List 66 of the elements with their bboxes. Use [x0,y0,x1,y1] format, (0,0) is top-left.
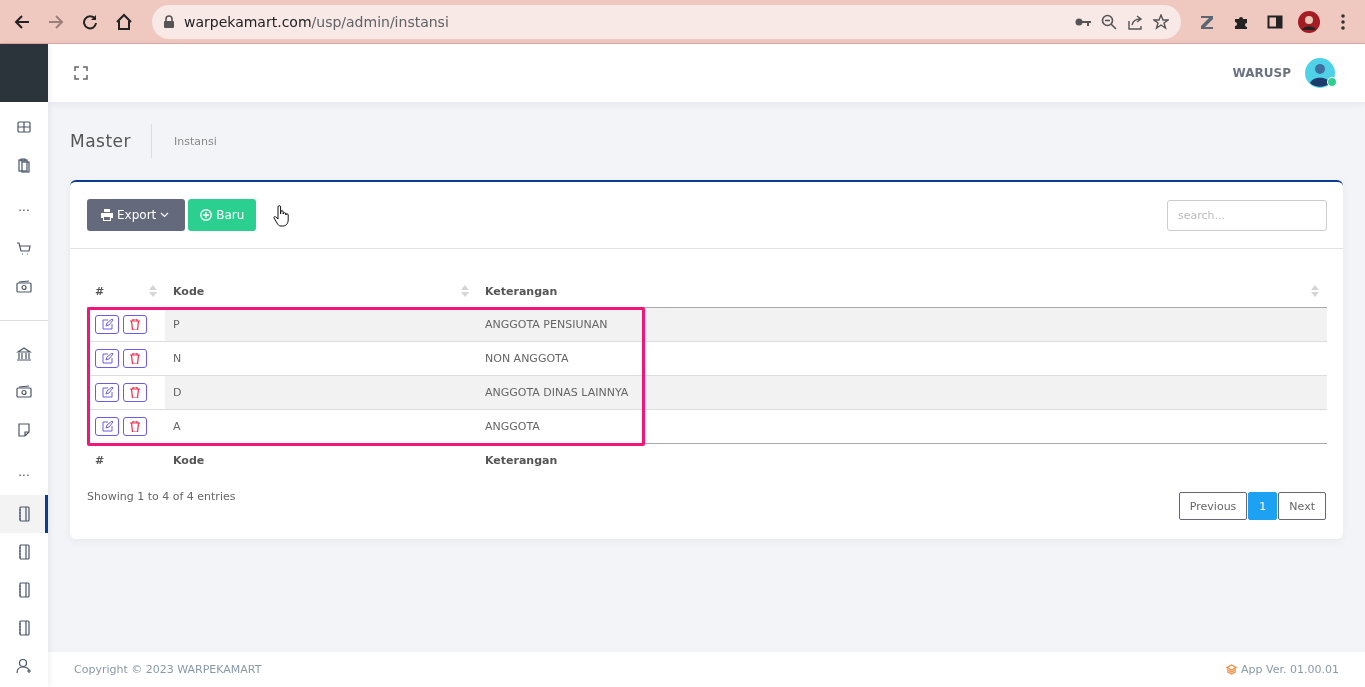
edit-button[interactable] [95,349,119,368]
table-cell: D [165,375,477,410]
plus-circle-icon [200,209,213,221]
notebook-icon [16,506,32,522]
printer-icon [101,209,113,221]
key-icon[interactable] [1075,16,1091,27]
user-name[interactable]: WARUSP [1232,66,1291,80]
share-icon[interactable] [1127,13,1143,30]
sidebar-logo-area [0,44,48,102]
hand-cursor-icon [273,203,290,227]
notebook-icon [16,544,32,560]
delete-button[interactable] [123,383,147,402]
fullscreen-icon[interactable] [74,66,88,80]
trash-icon [130,319,140,330]
table-cell: ANGGOTA DINAS LAINNYA [477,375,1327,410]
bank-icon [16,346,32,362]
address-bar[interactable]: warpekamart.com/usp/admin/instansi [152,4,1181,39]
menu-section-dots: ... [18,200,30,214]
edit-button[interactable] [95,417,119,436]
column-header[interactable]: Keterangan [485,284,558,298]
search-field[interactable]: search... [1167,199,1327,231]
chevron-down-icon [160,212,170,218]
column-header[interactable]: Kode [173,284,205,298]
edit-icon [101,319,113,330]
delete-button[interactable] [123,349,147,368]
grid-icon [16,119,32,135]
page-title: Master [70,124,153,158]
edit-icon [101,353,113,364]
cart-icon [16,241,32,257]
trash-icon [130,387,140,398]
column-footer: # [95,453,105,467]
user-avatar[interactable] [1305,58,1335,88]
star-icon[interactable] [1153,13,1169,30]
table-cell: ANGGOTA PENSIUNAN [477,307,1327,342]
edit-icon [101,387,113,398]
cash-icon [16,279,32,295]
table-cell: ANGGOTA [477,409,1327,444]
lock-icon [164,15,174,28]
edit-icon [101,421,113,432]
user-add-icon [16,658,32,674]
table-cell: A [165,409,477,444]
layers-icon [1226,664,1238,675]
notebook-icon [16,620,32,636]
export-button[interactable]: Export [87,199,186,231]
pagination-button[interactable]: Previous [1178,492,1248,520]
notebook-icon [16,582,32,598]
zoom-out-icon[interactable] [1101,13,1117,30]
delete-button[interactable] [123,315,147,334]
pagination-button[interactable]: Next [1278,492,1326,520]
column-footer: Keterangan [485,453,558,467]
breadcrumb-item[interactable]: Instansi [174,134,217,148]
edit-button[interactable] [95,315,119,334]
column-footer: Kode [173,453,205,467]
app-version: App Ver. 01.00.01 [1241,663,1339,676]
sidebar-item[interactable] [0,495,48,533]
trash-icon [130,353,140,364]
edit-button[interactable] [95,383,119,402]
trash-icon [130,421,140,432]
column-header[interactable]: # [95,284,105,298]
cash-icon [16,384,32,400]
delete-button[interactable] [123,417,147,436]
menu-section-dots: ... [18,465,30,479]
table-info: Showing 1 to 4 of 4 entries [87,490,236,503]
clipboard-icon [16,157,32,173]
note-icon [16,422,32,438]
copyright-text: Copyright © 2023 WARPEKAMART [74,663,262,676]
